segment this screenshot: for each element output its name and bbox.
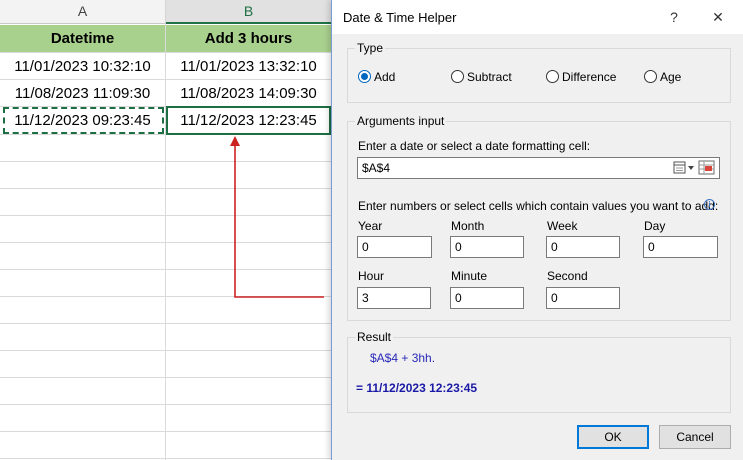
date-prompt: Enter a date or select a date formatting… — [358, 139, 591, 153]
radio-age-label: Age — [660, 70, 682, 84]
radio-subtract-label: Subtract — [467, 70, 512, 84]
cell-a1-header[interactable]: Datetime — [0, 25, 165, 53]
radio-icon — [644, 70, 657, 83]
result-group: Result — [347, 330, 731, 413]
radio-age[interactable]: Age — [644, 69, 681, 85]
radio-icon — [546, 70, 559, 83]
radio-selected-icon — [358, 70, 371, 83]
ok-button[interactable]: OK — [577, 425, 649, 449]
cell-b2[interactable]: 11/01/2023 13:32:10 — [166, 53, 331, 81]
radio-add-label: Add — [374, 70, 396, 84]
week-input[interactable] — [546, 236, 620, 258]
year-label: Year — [358, 219, 383, 233]
help-icon[interactable]: ? — [664, 7, 684, 27]
close-icon[interactable]: ✕ — [708, 7, 728, 27]
year-input[interactable] — [357, 236, 432, 258]
second-input[interactable] — [546, 287, 620, 309]
radio-subtract[interactable]: Subtract — [451, 69, 512, 85]
arguments-legend: Arguments input — [355, 114, 447, 128]
result-legend: Result — [355, 330, 394, 344]
radio-difference-label: Difference — [562, 70, 617, 84]
column-header-a[interactable]: A — [0, 0, 166, 24]
dialog-title: Date & Time Helper — [343, 10, 457, 25]
hour-label: Hour — [358, 269, 385, 283]
date-input[interactable] — [357, 157, 720, 179]
minute-input[interactable] — [450, 287, 524, 309]
annotation-arrow — [230, 136, 324, 298]
column-header-b[interactable]: B — [166, 0, 332, 24]
active-cell-border-b4 — [166, 106, 331, 135]
result-value: = 11/12/2023 12:23:45 — [356, 381, 478, 395]
day-label: Day — [644, 219, 666, 233]
radio-add[interactable]: Add — [358, 69, 395, 85]
cell-b1-header[interactable]: Add 3 hours — [166, 25, 331, 53]
cancel-button[interactable]: Cancel — [659, 425, 731, 449]
cell-b3[interactable]: 11/08/2023 14:09:30 — [166, 80, 331, 108]
day-input[interactable] — [643, 236, 718, 258]
calendar-dropdown-icon[interactable] — [673, 159, 697, 177]
week-label: Week — [547, 219, 578, 233]
radio-icon — [451, 70, 464, 83]
dialog-titlebar[interactable]: Date & Time Helper ? ✕ — [332, 0, 743, 34]
second-label: Second — [547, 269, 588, 283]
cell-a3[interactable]: 11/08/2023 11:09:30 — [0, 80, 165, 108]
hour-input[interactable] — [357, 287, 431, 309]
minute-label: Minute — [451, 269, 488, 283]
type-legend: Type — [355, 41, 386, 55]
date-time-helper-dialog: Date & Time Helper ? ✕ Type Add Subtract… — [331, 0, 743, 460]
info-icon[interactable]: i — [704, 199, 715, 210]
copy-marquee-a4 — [3, 107, 164, 134]
result-expression: $A$4 + 3hh. — [370, 351, 436, 365]
month-input[interactable] — [450, 236, 524, 258]
range-select-icon[interactable] — [698, 160, 716, 176]
month-label: Month — [451, 219, 485, 233]
numbers-prompt: Enter numbers or select cells which cont… — [358, 199, 719, 213]
radio-difference[interactable]: Difference — [546, 69, 616, 85]
cell-a2[interactable]: 11/01/2023 10:32:10 — [0, 53, 165, 81]
